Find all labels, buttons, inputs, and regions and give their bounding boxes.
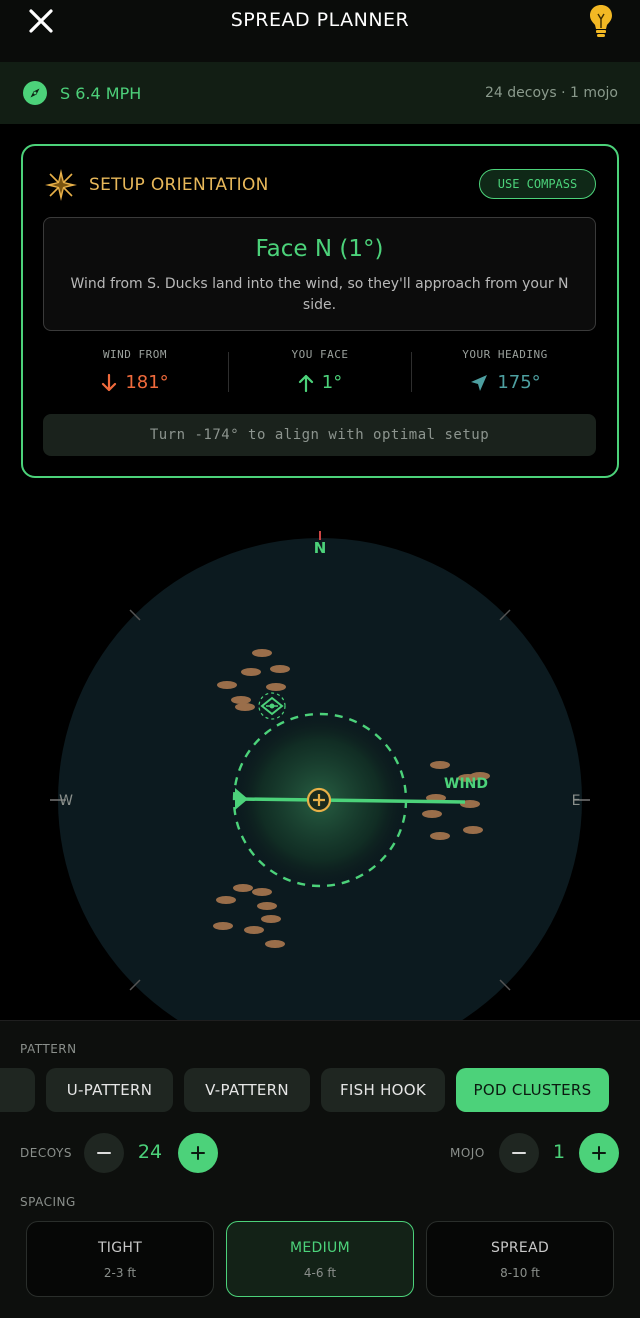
location-arrow-icon: [471, 374, 488, 391]
spacing-range: 4-6 ft: [303, 1266, 337, 1280]
lightbulb-icon: [590, 5, 612, 37]
spacing-range: 2-3 ft: [103, 1266, 137, 1280]
use-compass-button[interactable]: USE COMPASS: [479, 169, 596, 199]
mojo-increase-button[interactable]: [579, 1133, 619, 1173]
decoy: [235, 703, 255, 711]
arrow-down-icon: [102, 373, 117, 391]
decoys-label: DECOYS: [20, 1146, 72, 1160]
decoy: [265, 940, 285, 948]
stat-divider: [228, 352, 229, 392]
your-heading-value: 175°: [415, 372, 595, 393]
spacing-spread[interactable]: SPREAD 8-10 ft: [426, 1221, 614, 1297]
compass-icon: [23, 81, 47, 105]
decoys-decrease-button[interactable]: [84, 1133, 124, 1173]
plus-icon: [592, 1146, 606, 1160]
decoy: [270, 665, 290, 673]
you-face-degrees: 1°: [321, 372, 343, 393]
decoy: [216, 896, 236, 904]
spacing-range: 8-10 ft: [500, 1266, 540, 1280]
spread-radar[interactable]: N W E WIND: [0, 480, 640, 1020]
compass-rose-icon: [45, 169, 77, 201]
decoy: [463, 826, 483, 834]
north-label: N: [314, 539, 327, 557]
page-title: SPREAD PLANNER: [230, 9, 410, 31]
decoy: [266, 683, 286, 691]
mojo-count: 1: [552, 1141, 566, 1163]
tips-button[interactable]: [586, 2, 616, 40]
decoy: [217, 681, 237, 689]
turn-hint: Turn -174° to align with optimal setup: [43, 414, 596, 456]
your-heading-label: YOUR HEADING: [462, 348, 548, 361]
pattern-label: PATTERN: [20, 1042, 77, 1056]
spacing-name: SPREAD: [490, 1240, 550, 1256]
pattern-v[interactable]: V-PATTERN: [184, 1068, 310, 1112]
spacing-name: TIGHT: [97, 1240, 143, 1256]
decoy: [422, 810, 442, 818]
minus-icon: [512, 1152, 526, 1154]
decoys-count: 24: [137, 1141, 163, 1163]
setup-orientation-title: SETUP ORIENTATION: [89, 175, 269, 195]
stat-divider: [411, 352, 412, 392]
decoy: [261, 915, 281, 923]
decoy: [213, 922, 233, 930]
wind-from-value: 181°: [45, 372, 225, 393]
wind-from-degrees: 181°: [125, 372, 169, 393]
decoy: [233, 884, 253, 892]
face-direction-title: Face N (1°): [255, 236, 384, 262]
decoy: [231, 696, 251, 704]
decoy: [257, 902, 277, 910]
decoy: [252, 649, 272, 657]
wind-from-label: WIND FROM: [102, 348, 168, 361]
mojo-decrease-button[interactable]: [499, 1133, 539, 1173]
decoy: [430, 832, 450, 840]
pattern-fish-hook[interactable]: FISH HOOK: [321, 1068, 445, 1112]
spacing-label: SPACING: [20, 1195, 76, 1209]
spacing-tight[interactable]: TIGHT 2-3 ft: [26, 1221, 214, 1297]
east-label: E: [572, 793, 581, 809]
minus-icon: [97, 1152, 111, 1154]
wind-speed: S 6.4 MPH: [60, 84, 142, 103]
face-direction-description: Wind from S. Ducks land into the wind, s…: [70, 276, 569, 313]
you-face-label: YOU FACE: [291, 348, 349, 361]
pattern-option-hidden[interactable]: [0, 1068, 35, 1112]
decoy: [241, 668, 261, 676]
you-face-value: 1°: [230, 372, 410, 393]
west-label: W: [59, 793, 73, 809]
plus-icon: [191, 1146, 205, 1160]
decoy: [244, 926, 264, 934]
pattern-pod-clusters[interactable]: POD CLUSTERS: [456, 1068, 609, 1112]
decoys-increase-button[interactable]: [178, 1133, 218, 1173]
spacing-name: MEDIUM: [290, 1240, 350, 1256]
wind-label: WIND: [444, 776, 488, 792]
arrow-up-icon: [298, 374, 313, 392]
mojo-label: MOJO: [450, 1146, 485, 1160]
pattern-u[interactable]: U-PATTERN: [46, 1068, 173, 1112]
decoy-summary: 24 decoys · 1 mojo: [485, 85, 618, 101]
spacing-medium[interactable]: MEDIUM 4-6 ft: [226, 1221, 414, 1297]
decoy: [252, 888, 272, 896]
decoy: [430, 761, 450, 769]
your-heading-degrees: 175°: [497, 372, 541, 393]
